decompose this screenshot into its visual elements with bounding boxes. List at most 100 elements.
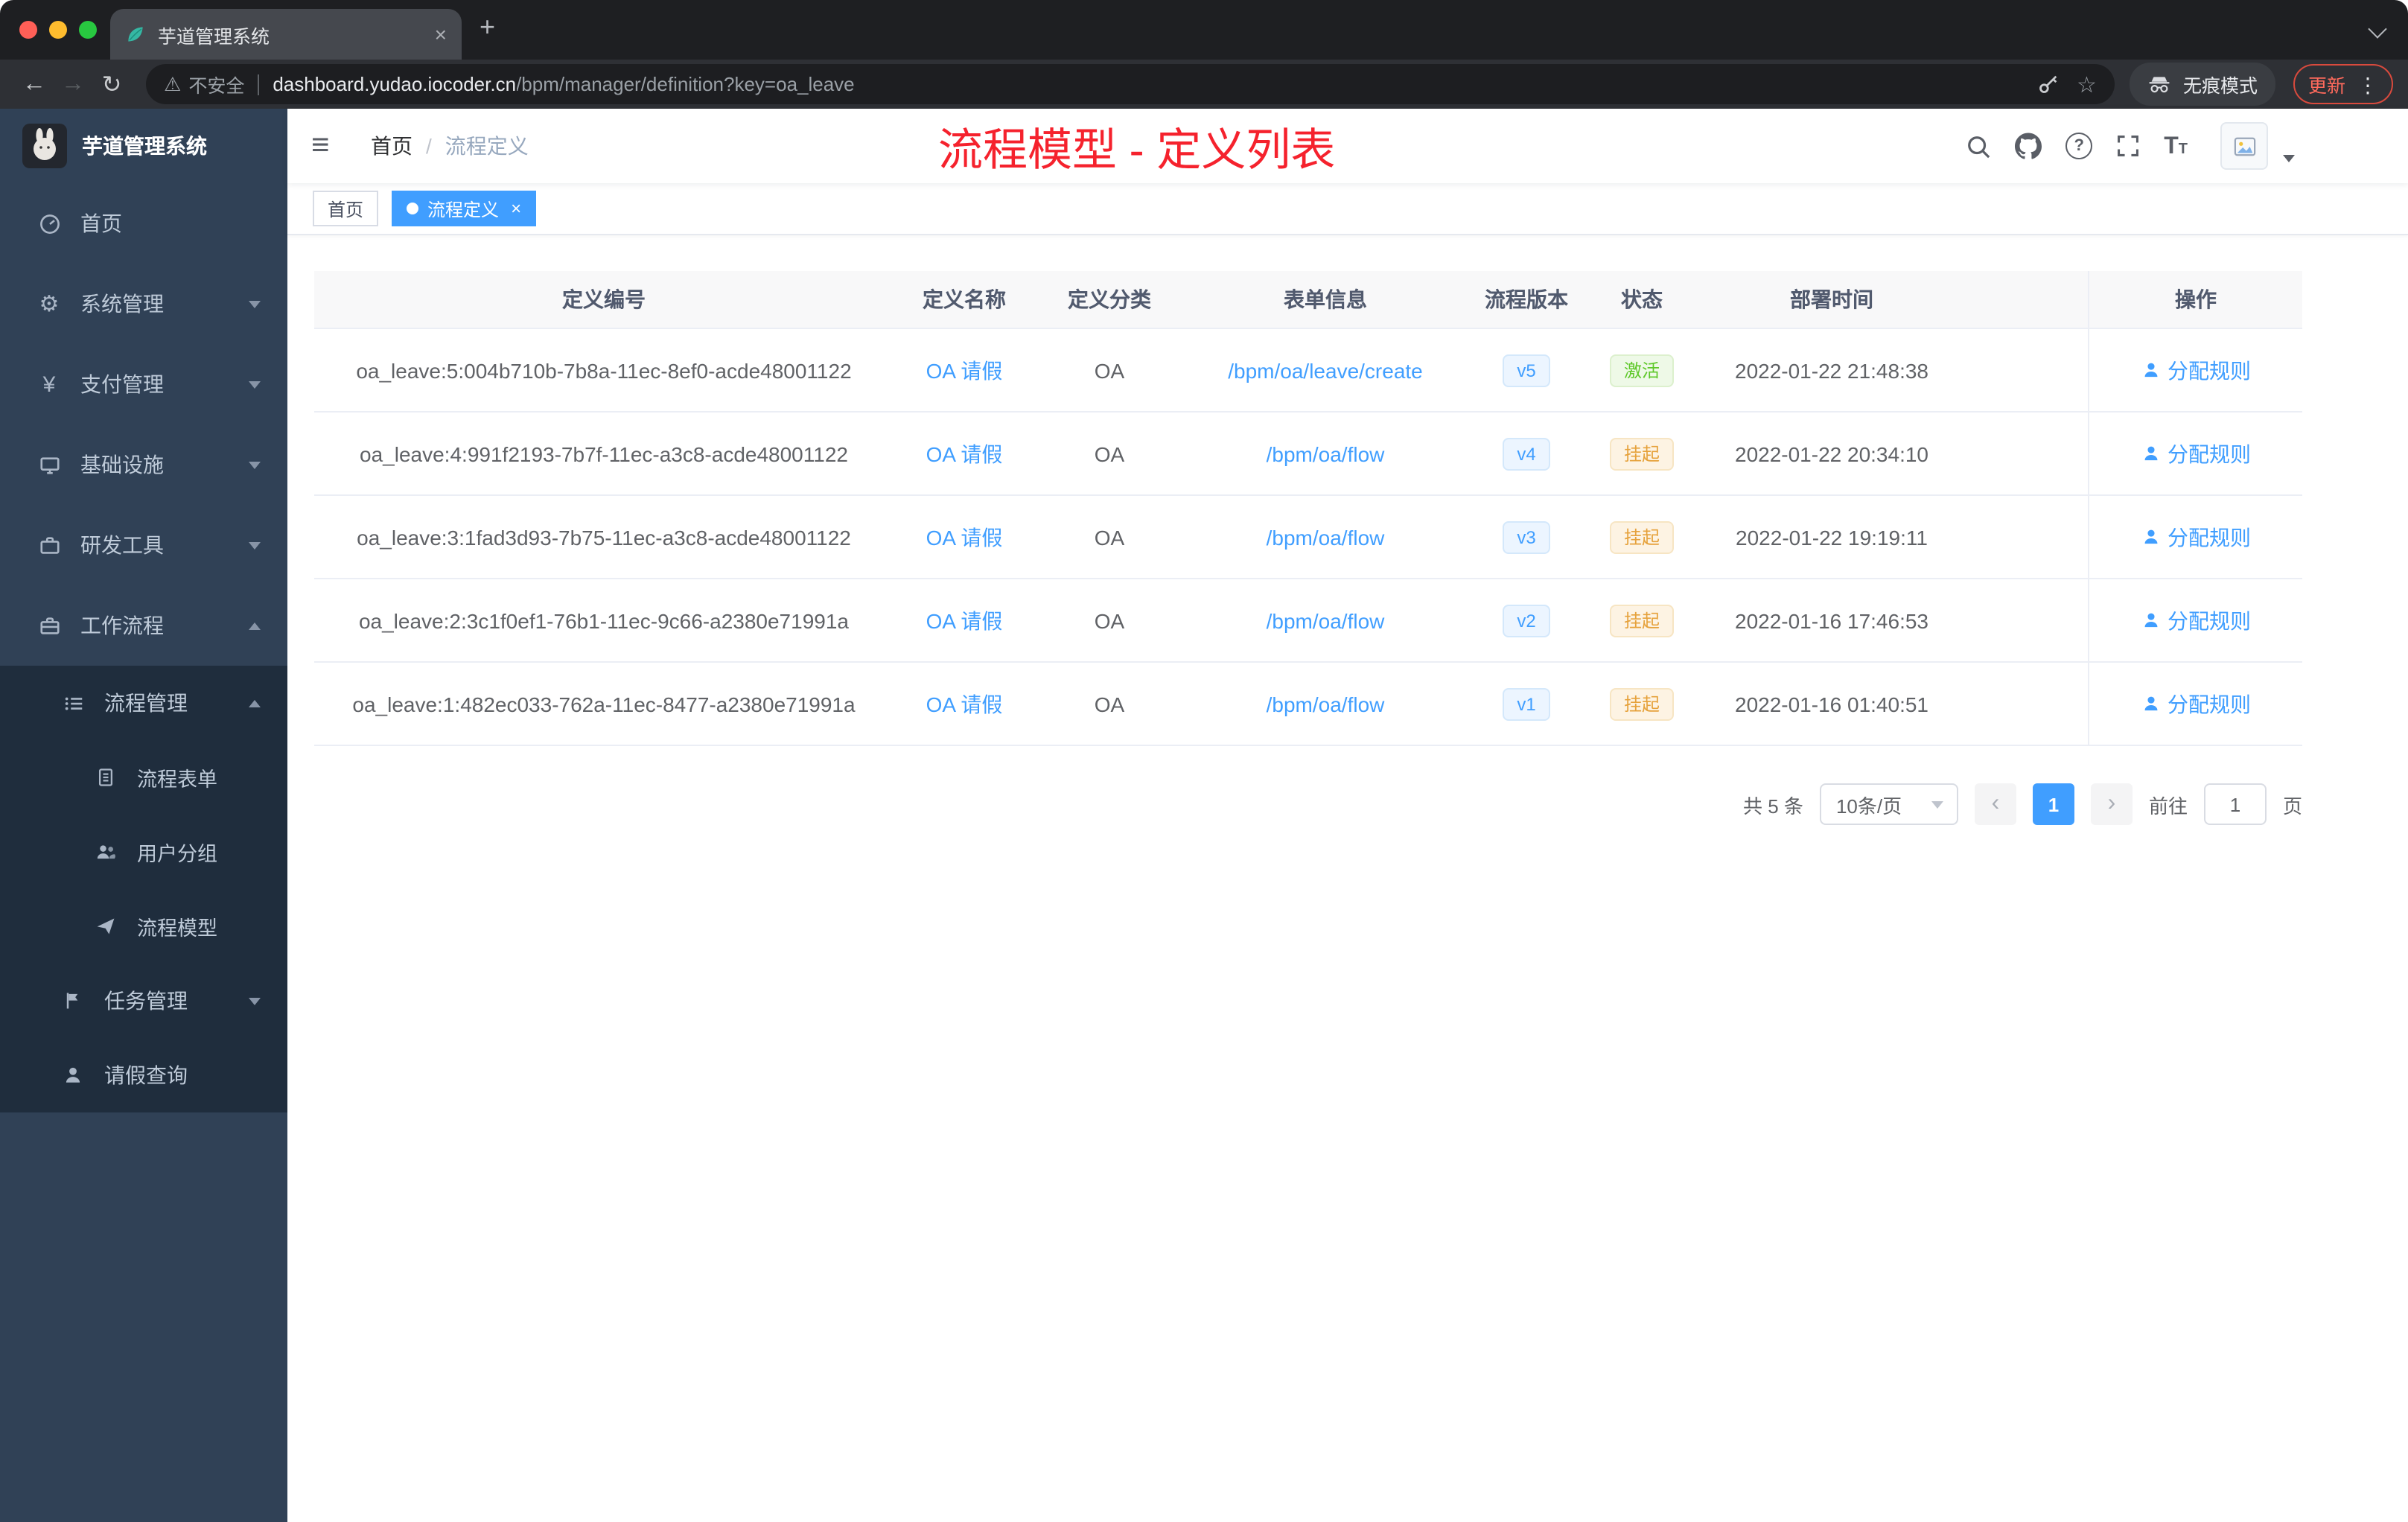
flag-icon [57,990,89,1011]
font-size-icon[interactable]: TT [2164,134,2188,158]
sidebar-item-workflow[interactable]: 工作流程 [0,585,287,666]
reload-icon[interactable]: ↻ [92,69,131,99]
current-page-button[interactable]: 1 [2032,783,2074,825]
definition-name-link[interactable]: OA 请假 [926,605,1003,635]
page-size-select[interactable]: 10条/页 [1819,783,1958,825]
tag-close-icon[interactable]: × [511,200,521,217]
sidebar-item-home[interactable]: 首页 [0,183,287,264]
hamburger-icon[interactable]: ≡ [311,128,350,164]
form-link[interactable]: /bpm/oa/flow [1267,608,1385,632]
browser-tab[interactable]: 芋道管理系统 × [110,9,462,60]
tag-home[interactable]: 首页 [313,191,379,226]
sidebar-item-process-form[interactable]: 流程表单 [0,740,287,815]
table-row: oa_leave:2:3c1f0ef1-76b1-11ec-9c66-a2380… [314,579,2302,663]
zoom-window-button[interactable] [79,21,97,39]
next-page-button[interactable]: › [2090,783,2133,825]
person-icon [2144,363,2157,378]
goto-label: 前往 [2148,795,2188,817]
deploy-time: 2022-01-16 17:46:53 [1735,608,1928,632]
close-window-button[interactable] [19,21,37,39]
form-link[interactable]: /bpm/oa/flow [1267,442,1385,465]
definition-id: oa_leave:1:482ec033-762a-11ec-8477-a2380… [352,692,856,716]
form-link[interactable]: /bpm/oa/flow [1267,692,1385,716]
minimize-window-button[interactable] [49,21,67,39]
user-avatar[interactable] [2220,122,2268,170]
tag-active-dot [407,203,419,214]
update-label[interactable]: 更新 [2308,70,2345,98]
sidebar-item-label: 用户分组 [137,843,217,865]
definition-name-link[interactable]: OA 请假 [926,689,1003,719]
tab-search-chevron-icon[interactable] [2368,19,2387,39]
form-link[interactable]: /bpm/oa/leave/create [1228,358,1423,382]
status-badge: 挂起 [1610,604,1673,637]
sidebar-item-process-model[interactable]: 流程模型 [0,889,287,964]
sidebar-item-user-group[interactable]: 用户分组 [0,815,287,889]
avatar-caret-icon[interactable] [2283,154,2295,162]
browser-menu-dots-icon[interactable]: ⋮ [2357,74,2378,95]
prev-page-button[interactable]: ‹ [1974,783,2016,825]
column-header: 状态 [1621,287,1663,311]
users-icon [89,841,122,862]
definition-category: OA [1094,692,1125,716]
definition-name-link[interactable]: OA 请假 [926,522,1003,552]
paper-plane-icon [89,916,122,937]
sidebar: 芋道管理系统 首页 ⚙ 系统管理 ¥ 支付管理 基础设施 研发工具 工作流程 流… [0,109,287,1522]
version-badge: v3 [1502,520,1551,553]
definition-name-link[interactable]: OA 请假 [926,355,1003,385]
window-controls [19,21,97,39]
navbar-actions: ? TT [1966,122,2408,170]
assign-rule-button[interactable]: 分配规则 [2141,355,2251,385]
top-navbar: ≡ 首页 / 流程定义 流程模型 - 定义列表 ? T T [287,109,2408,183]
sidebar-item-label: 支付管理 [80,372,164,396]
new-tab-button[interactable]: + [480,12,495,43]
fullscreen-icon[interactable] [2116,134,2140,158]
sidebar-item-process-management[interactable]: 流程管理 [0,666,287,740]
assign-rule-button[interactable]: 分配规则 [2141,522,2251,552]
chevron-down-icon [249,380,261,388]
breadcrumb-home[interactable]: 首页 [371,131,413,161]
person-icon [2144,696,2157,711]
chevron-down-icon [249,997,261,1004]
tag-process-definition[interactable]: 流程定义 × [392,191,537,226]
update-button[interactable]: 更新 ⋮ [2293,64,2393,104]
search-icon[interactable] [1966,133,1991,159]
yen-icon: ¥ [42,372,56,397]
github-icon[interactable] [2015,133,2042,159]
breadcrumb-current: 流程定义 [445,134,529,158]
chevron-up-icon [249,699,261,707]
password-key-icon[interactable] [2036,73,2059,95]
goto-page-input[interactable] [2203,783,2267,825]
sidebar-item-devtools[interactable]: 研发工具 [0,505,287,585]
not-secure-label[interactable]: 不安全 [188,70,244,98]
assign-rule-button[interactable]: 分配规则 [2141,605,2251,635]
assign-rule-label: 分配规则 [2167,608,2251,632]
definition-name-link[interactable]: OA 请假 [926,439,1003,468]
definition-id: oa_leave:3:1fad3d93-7b75-11ec-a3c8-acde4… [357,525,851,549]
tab-close-icon[interactable]: × [435,24,447,45]
sidebar-item-system[interactable]: ⚙ 系统管理 [0,264,287,344]
sidebar-item-leave-query[interactable]: 请假查询 [0,1038,287,1112]
status-badge: 挂起 [1610,687,1673,720]
assign-rule-label: 分配规则 [2167,358,2251,382]
sidebar-item-payment[interactable]: ¥ 支付管理 [0,344,287,424]
form-link[interactable]: /bpm/oa/flow [1267,525,1385,549]
url-field[interactable]: ⚠ 不安全 dashboard.yudao.iocoder.cn /bpm/ma… [146,64,2115,104]
url-domain: dashboard.yudao.iocoder.cn [273,73,517,95]
assign-rule-label: 分配规则 [2167,442,2251,465]
monitor-icon [33,453,66,476]
document-icon [89,767,122,788]
select-caret-icon [1931,800,1943,808]
back-icon[interactable]: ← [15,71,54,98]
help-icon[interactable]: ? [2065,133,2093,159]
breadcrumb-separator: / [426,134,432,158]
tags-bar: 首页 流程定义 × [287,183,2408,235]
sidebar-item-task-management[interactable]: 任务管理 [0,964,287,1038]
bookmark-star-icon[interactable]: ☆ [2077,71,2097,98]
assign-rule-button[interactable]: 分配规则 [2141,439,2251,468]
sidebar-item-infrastructure[interactable]: 基础设施 [0,424,287,505]
table-row: oa_leave:4:991f2193-7b7f-11ec-a3c8-acde4… [314,413,2302,496]
content: 定义编号 定义名称 定义分类 表单信息 流程版本 状态 部署时间 操作 oa_l… [287,235,2408,1522]
assign-rule-button[interactable]: 分配规则 [2141,689,2251,719]
favicon-leaf-icon [125,24,146,45]
forward-icon[interactable]: → [54,71,92,98]
